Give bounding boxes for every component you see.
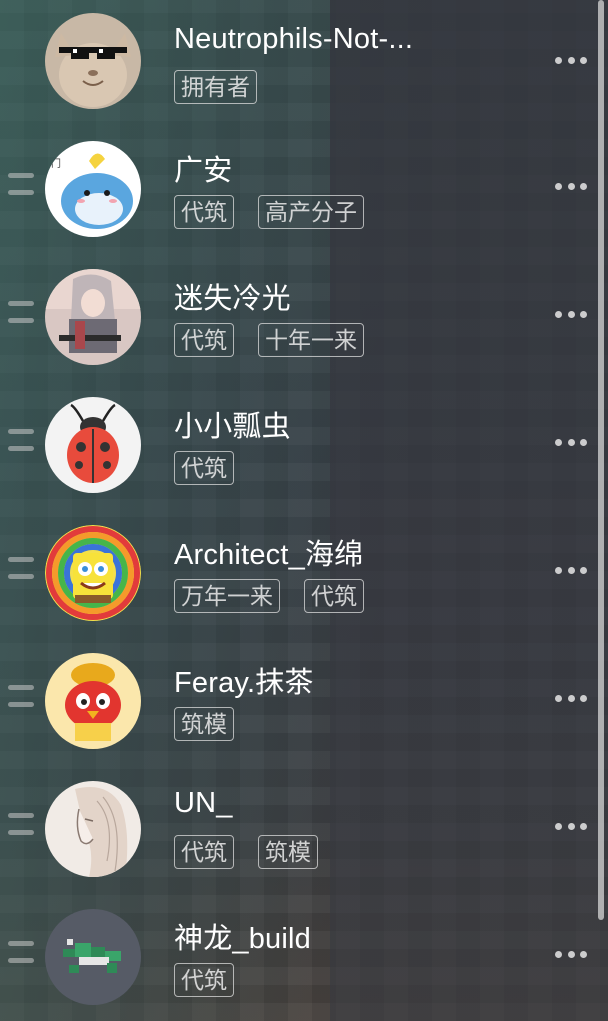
more-horizontal-icon[interactable]: [555, 181, 587, 191]
role-tags: 代筑: [174, 963, 234, 997]
drag-handle-icon[interactable]: [8, 301, 34, 323]
drag-handle-icon[interactable]: [8, 429, 34, 451]
role-tag: 高产分子: [258, 195, 364, 229]
member-row[interactable]: 小小瓢虫 代筑: [0, 381, 600, 509]
member-name[interactable]: Architect_海绵: [174, 531, 363, 573]
role-tag: 拥有者: [174, 70, 257, 104]
more-horizontal-icon[interactable]: [555, 821, 587, 831]
role-tag: 代筑: [304, 579, 364, 613]
more-horizontal-icon[interactable]: [555, 55, 587, 65]
role-tag: 代筑: [174, 963, 234, 997]
role-tag: 代筑: [174, 323, 234, 357]
role-tags: 万年一来 代筑: [174, 579, 364, 613]
drag-handle-icon[interactable]: [8, 941, 34, 963]
more-horizontal-icon[interactable]: [555, 949, 587, 959]
role-tags: 代筑 筑模: [174, 835, 318, 869]
avatar[interactable]: [45, 781, 141, 877]
drag-handle-icon[interactable]: [8, 813, 34, 835]
member-row[interactable]: 神龙_build 代筑: [0, 893, 600, 1021]
member-row[interactable]: UN_ 代筑 筑模: [0, 765, 600, 893]
role-tags: 代筑 高产分子: [174, 195, 364, 229]
member-name[interactable]: Neutrophils-Not-...: [174, 23, 413, 56]
role-tag: 十年一来: [258, 323, 364, 357]
member-name[interactable]: UN_: [174, 787, 233, 820]
avatar[interactable]: [45, 397, 141, 493]
avatar[interactable]: 门: [45, 141, 141, 237]
avatar[interactable]: [45, 653, 141, 749]
member-row[interactable]: Architect_海绵 万年一来 代筑: [0, 509, 600, 637]
member-row[interactable]: 迷失冷光 代筑 十年一来: [0, 253, 600, 381]
drag-handle-icon[interactable]: [8, 557, 34, 579]
role-tag: 万年一来: [174, 579, 280, 613]
role-tags: 代筑 十年一来: [174, 323, 364, 357]
more-horizontal-icon[interactable]: [555, 309, 587, 319]
more-horizontal-icon[interactable]: [555, 437, 587, 447]
avatar[interactable]: [45, 13, 141, 109]
role-tags: 拥有者: [174, 70, 257, 104]
role-tag: 筑模: [258, 835, 318, 869]
drag-handle-icon[interactable]: [8, 685, 34, 707]
more-horizontal-icon[interactable]: [555, 565, 587, 575]
role-tag: 代筑: [174, 835, 234, 869]
role-tags: 筑模: [174, 707, 234, 741]
member-row[interactable]: Feray.抹茶 筑模: [0, 637, 600, 765]
member-list: Neutrophils-Not-... 拥有者 门 广安 代筑 高产分子 迷失冷…: [0, 0, 600, 1021]
member-name[interactable]: 迷失冷光: [174, 275, 291, 317]
role-tag: 代筑: [174, 195, 234, 229]
role-tags: 代筑: [174, 451, 234, 485]
member-name[interactable]: 小小瓢虫: [174, 403, 291, 445]
member-row[interactable]: Neutrophils-Not-... 拥有者: [0, 0, 600, 125]
avatar[interactable]: [45, 909, 141, 1005]
role-tag: 筑模: [174, 707, 234, 741]
avatar[interactable]: [45, 525, 141, 621]
member-row[interactable]: 门 广安 代筑 高产分子: [0, 125, 600, 253]
role-tag: 代筑: [174, 451, 234, 485]
member-name[interactable]: 广安: [174, 147, 232, 189]
avatar[interactable]: [45, 269, 141, 365]
drag-handle-icon[interactable]: [8, 173, 34, 195]
more-horizontal-icon[interactable]: [555, 693, 587, 703]
svg-text:门: 门: [51, 157, 61, 170]
member-name[interactable]: Feray.抹茶: [174, 659, 314, 701]
member-name[interactable]: 神龙_build: [174, 915, 311, 957]
scrollbar[interactable]: [598, 0, 604, 920]
